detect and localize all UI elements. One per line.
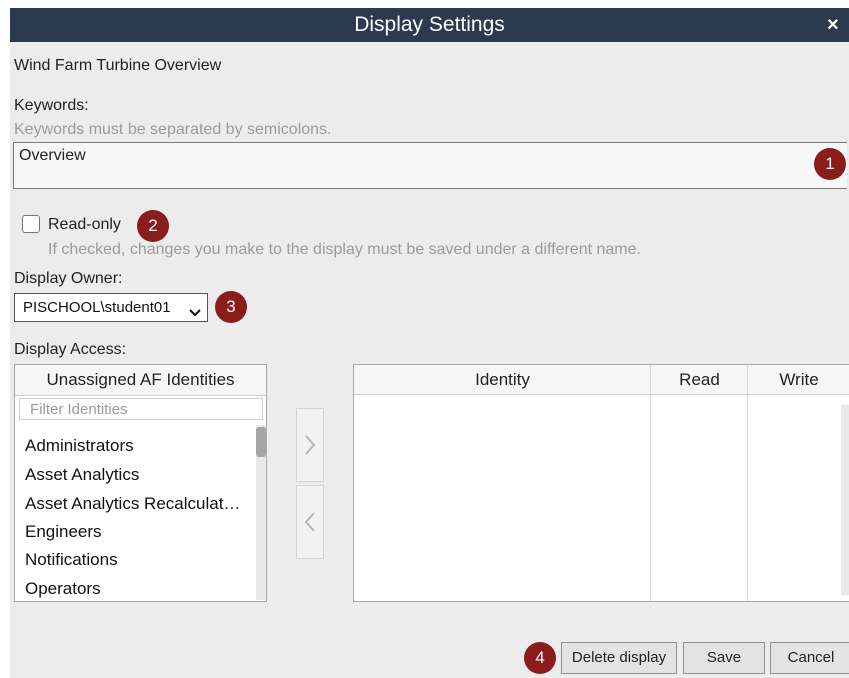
- keywords-hint: Keywords must be separated by semicolons…: [14, 121, 332, 138]
- display-owner-value: PISCHOOL\student01: [23, 299, 171, 316]
- keywords-input[interactable]: Overview: [13, 142, 847, 189]
- read-only-checkbox[interactable]: [22, 215, 40, 233]
- chevron-left-icon: [304, 512, 315, 532]
- callout-badge-1: 1: [814, 148, 846, 180]
- unassigned-identities-header: Unassigned AF Identities: [15, 365, 266, 396]
- title-bar: Display Settings ×: [10, 8, 849, 42]
- cancel-button[interactable]: Cancel: [770, 642, 849, 674]
- read-only-hint: If checked, changes you make to the disp…: [48, 241, 641, 258]
- filter-placeholder: Filter Identities: [30, 401, 128, 418]
- dialog-title: Display Settings: [354, 13, 505, 36]
- chevron-down-icon: [189, 304, 201, 322]
- add-identity-button[interactable]: [296, 408, 324, 482]
- close-icon[interactable]: ×: [827, 8, 849, 42]
- display-owner-select[interactable]: PISCHOOL\student01: [14, 293, 208, 322]
- delete-display-button[interactable]: Delete display: [561, 642, 677, 674]
- display-owner-label: Display Owner:: [14, 270, 123, 287]
- table-scrollbar[interactable]: [841, 405, 849, 595]
- display-name: Wind Farm Turbine Overview: [14, 57, 222, 74]
- identity-item[interactable]: Operators: [25, 579, 101, 599]
- save-button[interactable]: Save: [683, 642, 765, 674]
- read-only-label: Read-only: [48, 216, 121, 233]
- callout-badge-2: 2: [137, 210, 169, 242]
- identity-item[interactable]: Asset Analytics: [25, 465, 139, 485]
- keywords-label: Keywords:: [14, 97, 89, 114]
- remove-identity-button[interactable]: [296, 485, 324, 559]
- column-header-identity[interactable]: Identity: [354, 365, 651, 395]
- identity-item[interactable]: Administrators: [25, 436, 134, 456]
- column-divider: [747, 365, 748, 601]
- callout-badge-3: 3: [215, 291, 247, 323]
- keywords-value: Overview: [19, 147, 86, 164]
- identities-scrollbar-thumb[interactable]: [256, 427, 266, 457]
- chevron-right-icon: [305, 435, 316, 455]
- unassigned-identities-panel: Unassigned AF Identities Filter Identiti…: [14, 364, 267, 602]
- column-divider: [650, 365, 651, 601]
- assigned-identities-table: Identity Read Write: [353, 364, 849, 602]
- identity-item[interactable]: Engineers: [25, 522, 102, 542]
- identity-item[interactable]: Notifications: [25, 550, 118, 570]
- column-header-write[interactable]: Write: [748, 365, 849, 395]
- identity-item[interactable]: Asset Analytics Recalculat…: [25, 494, 240, 514]
- filter-identities-input[interactable]: Filter Identities: [19, 398, 263, 420]
- column-header-read[interactable]: Read: [651, 365, 748, 395]
- display-settings-dialog: Display Settings × Wind Farm Turbine Ove…: [10, 8, 849, 678]
- callout-badge-4: 4: [524, 642, 556, 674]
- display-access-label: Display Access:: [14, 341, 127, 358]
